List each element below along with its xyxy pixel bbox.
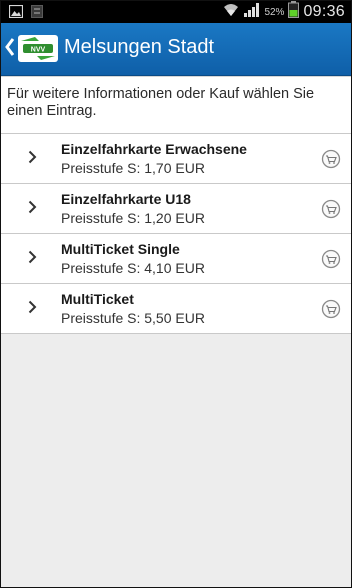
chevron-right-icon [28,250,37,269]
ticket-row[interactable]: MultiTicket Preisstufe S: 5,50 EUR [1,284,351,334]
chevron-right-icon [28,200,37,219]
ticket-title: MultiTicket Single [61,241,180,257]
wifi-icon [223,3,239,22]
action-bar: NVV Melsungen Stadt [1,23,351,76]
cart-icon[interactable] [321,249,341,274]
ticket-price: Preisstufe S: 5,50 EUR [61,310,205,326]
hint-text: Für weitere Informationen oder Kauf wähl… [7,86,315,119]
gallery-icon [8,4,24,23]
notification-icon [31,5,43,23]
signal-icon [243,2,260,22]
cart-icon[interactable] [321,299,341,324]
cart-icon[interactable] [321,149,341,174]
battery-percent: 52% [264,6,285,18]
app-logo[interactable]: NVV [17,31,59,70]
logo-text: NVV [31,47,46,54]
ticket-title: MultiTicket [61,291,134,307]
chevron-right-icon [28,150,37,169]
content-area: Für weitere Informationen oder Kauf wähl… [1,76,351,587]
app-frame: 52% 09:36 NVV Melsungen Stadt Für weiter… [0,0,352,588]
clock: 09:36 [303,3,345,20]
ticket-row[interactable]: MultiTicket Single Preisstufe S: 4,10 EU… [1,234,351,284]
ticket-title: Einzelfahrkarte U18 [61,191,191,207]
status-bar: 52% 09:36 [1,1,351,23]
ticket-row[interactable]: Einzelfahrkarte Erwachsene Preisstufe S:… [1,134,351,184]
ticket-list: Einzelfahrkarte Erwachsene Preisstufe S:… [1,133,351,334]
cart-icon[interactable] [321,199,341,224]
chevron-right-icon [28,300,37,319]
battery-icon [288,1,300,23]
ticket-price: Preisstufe S: 4,10 EUR [61,260,205,276]
ticket-title: Einzelfahrkarte Erwachsene [61,141,247,157]
ticket-price: Preisstufe S: 1,70 EUR [61,160,205,176]
hint-container: Für weitere Informationen oder Kauf wähl… [1,76,351,133]
ticket-price: Preisstufe S: 1,20 EUR [61,210,205,226]
ticket-row[interactable]: Einzelfahrkarte U18 Preisstufe S: 1,20 E… [1,184,351,234]
back-chevron-icon[interactable] [5,37,15,62]
page-title: Melsungen Stadt [64,36,215,58]
